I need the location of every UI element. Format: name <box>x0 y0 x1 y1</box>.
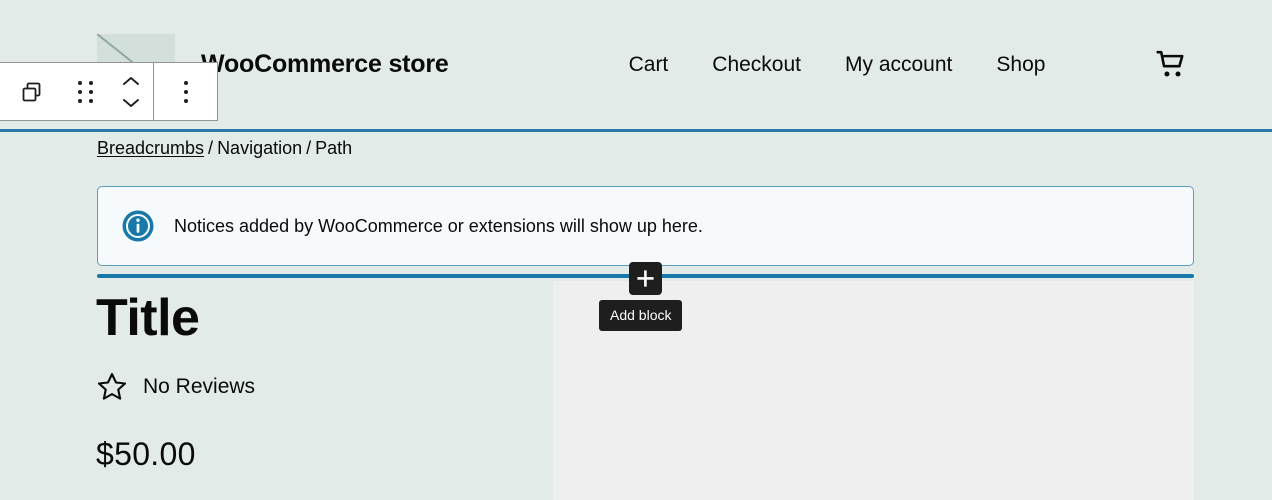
add-block-tooltip: Add block <box>599 300 683 331</box>
drag-handle-dots-icon <box>78 80 93 103</box>
move-up-button[interactable] <box>118 72 144 90</box>
notice-text: Notices added by WooCommerce or extensio… <box>174 215 703 236</box>
nav-item-cart[interactable]: Cart <box>629 53 669 77</box>
block-toolbar <box>0 62 218 121</box>
add-block-button[interactable] <box>629 262 662 295</box>
site-title: WooCommerce store <box>201 50 449 78</box>
info-circle-icon <box>122 210 154 242</box>
cart-button[interactable] <box>1150 45 1194 85</box>
block-movers <box>108 63 153 120</box>
nav-item-checkout[interactable]: Checkout <box>712 53 801 77</box>
product-rating-label: No Reviews <box>143 374 256 398</box>
shopping-cart-icon <box>1156 50 1184 77</box>
editor-canvas: WooCommerce store Cart Checkout My accou… <box>0 0 1272 500</box>
chevron-up-icon <box>122 76 139 85</box>
breadcrumb-separator-1: / <box>208 138 214 158</box>
store-notices-block[interactable]: Notices added by WooCommerce or extensio… <box>97 186 1194 266</box>
product-title: Title <box>96 289 200 347</box>
site-header-inner: WooCommerce store Cart Checkout My accou… <box>97 0 1194 129</box>
chevron-down-icon <box>122 98 139 107</box>
block-options-button[interactable] <box>154 63 217 120</box>
block-type-button[interactable] <box>0 63 63 120</box>
breadcrumb-segment-path: Path <box>315 138 353 158</box>
breadcrumb-segment-navigation: Navigation <box>217 138 303 158</box>
plus-icon <box>637 270 654 287</box>
block-toolbar-primary-group <box>0 63 153 120</box>
block-toolbar-options-group <box>153 63 217 120</box>
breadcrumb-separator-2: / <box>306 138 312 158</box>
main-navigation: Cart Checkout My account Shop <box>629 53 1046 77</box>
breadcrumb-link-home[interactable]: Breadcrumbs <box>97 138 204 158</box>
breadcrumb: Breadcrumbs / Navigation / Path <box>97 138 352 159</box>
drag-handle-button[interactable] <box>63 63 108 120</box>
product-rating[interactable]: No Reviews <box>97 372 255 401</box>
product-price: $50.00 <box>96 436 196 472</box>
copy-blocks-icon <box>22 82 40 101</box>
more-vertical-dots-icon <box>183 80 188 103</box>
star-outline-icon <box>97 373 127 400</box>
nav-item-my-account[interactable]: My account <box>845 53 952 77</box>
move-down-button[interactable] <box>118 93 144 111</box>
nav-item-shop[interactable]: Shop <box>996 53 1045 77</box>
